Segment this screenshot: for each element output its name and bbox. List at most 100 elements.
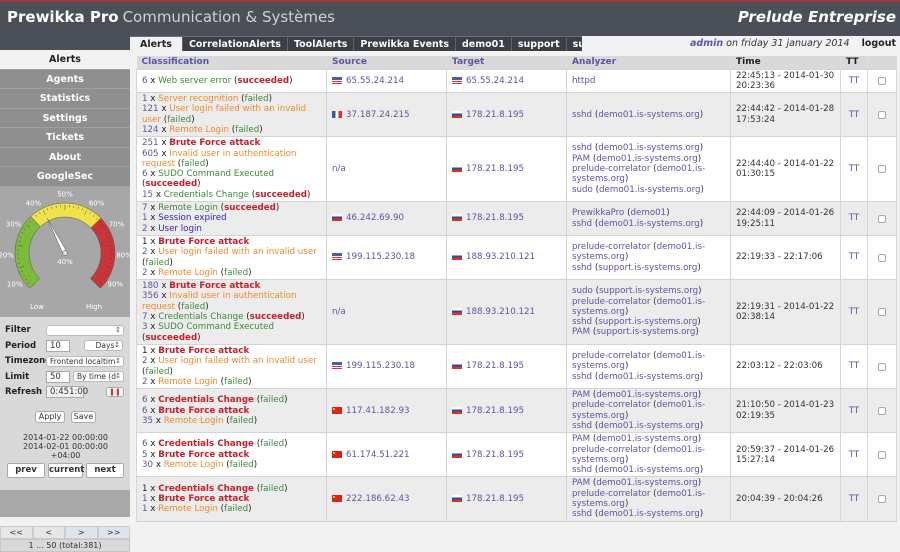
analyzer-name[interactable]: sshd — [572, 465, 592, 475]
ticket-link[interactable]: TT — [841, 477, 868, 521]
classification-name[interactable]: Remote Login — [158, 377, 218, 387]
classification-name[interactable]: Server recognition — [158, 94, 238, 104]
classification-name[interactable]: Credentials Change — [158, 312, 243, 322]
ticket-link[interactable]: TT — [841, 69, 868, 93]
analyzer-host[interactable]: demo01 — [631, 208, 667, 218]
analyzer-host[interactable]: support.is-systems.org — [598, 317, 697, 327]
analyzer-host[interactable]: support.is-systems.org — [599, 286, 698, 296]
ticket-link[interactable]: TT — [841, 344, 868, 388]
classification-name[interactable]: Remote Login — [158, 268, 218, 278]
row-checkbox[interactable] — [878, 111, 886, 119]
row-checkbox[interactable] — [878, 308, 886, 316]
analyzer-name[interactable]: sshd — [572, 421, 592, 431]
row-checkbox[interactable] — [878, 165, 886, 173]
sidebar-item-tickets[interactable]: Tickets — [0, 128, 130, 148]
analyzer-name[interactable]: prelude-correlator — [572, 242, 650, 252]
analyzer-host[interactable]: demo01.is-systems.org — [596, 390, 697, 400]
analyzer-host[interactable]: demo01.is-systems.org — [598, 509, 699, 519]
source-address[interactable]: 117.41.182.93 — [332, 406, 410, 416]
alert-count[interactable]: 124 — [142, 125, 159, 135]
target-address[interactable]: 178.21.8.195 — [452, 164, 524, 174]
period-unit-select[interactable]: Days — [84, 340, 123, 351]
source-address[interactable]: 65.55.24.214 — [332, 76, 404, 86]
col-analyzer[interactable]: Analyzer — [567, 56, 731, 69]
classification-name[interactable]: Remote Login — [164, 460, 224, 470]
analyzer-host[interactable]: demo01.is-systems.org — [598, 110, 699, 120]
classification-name[interactable]: Brute Force attack — [158, 406, 249, 416]
analyzer-name[interactable]: PAM — [572, 478, 590, 488]
save-button[interactable]: Save — [71, 411, 96, 423]
logout-link[interactable]: logout — [862, 38, 896, 49]
analyzer-name[interactable]: PAM — [572, 327, 590, 337]
row-checkbox[interactable] — [878, 363, 886, 371]
classification-name[interactable]: Remote Login — [158, 203, 218, 213]
classification-name[interactable]: Remote Login — [158, 504, 218, 514]
alert-count[interactable]: 15 — [142, 190, 153, 200]
limit-input[interactable]: 50 — [46, 371, 70, 383]
analyzer-name[interactable]: prelude-correlator — [572, 400, 650, 410]
current-user-link[interactable]: admin — [690, 38, 723, 49]
classification-name[interactable]: User login — [158, 224, 202, 234]
col-target[interactable]: Target — [447, 56, 567, 69]
sidebar-item-settings[interactable]: Settings — [0, 109, 130, 129]
alert-count[interactable]: 30 — [142, 460, 153, 470]
filter-select[interactable] — [46, 325, 124, 336]
row-checkbox[interactable] — [878, 254, 886, 262]
next-period-button[interactable]: next — [86, 463, 124, 478]
classification-name[interactable]: Credentials Change — [158, 439, 254, 449]
analyzer-name[interactable]: PrewikkaPro — [572, 208, 624, 218]
prev-page-button[interactable]: < — [33, 526, 66, 539]
tab-alerts[interactable]: Alerts — [130, 36, 183, 51]
alert-count[interactable]: 251 — [142, 138, 159, 148]
analyzer-host[interactable]: demo01.is-systems.org — [599, 185, 700, 195]
source-address[interactable]: 61.174.51.221 — [332, 450, 410, 460]
classification-name[interactable]: Brute Force attack — [158, 237, 249, 247]
analyzer-host[interactable]: demo01.is-systems.org — [596, 434, 697, 444]
classification-name[interactable]: Credentials Change — [158, 395, 254, 405]
refresh-input[interactable]: 0:451:00 — [46, 386, 84, 398]
sidebar-item-about[interactable]: About — [0, 148, 130, 168]
sidebar-item-statistics[interactable]: Statistics — [0, 89, 130, 109]
classification-name[interactable]: Brute Force attack — [158, 450, 249, 460]
ticket-link[interactable]: TT — [841, 235, 868, 279]
next-page-button[interactable]: > — [65, 526, 98, 539]
limit-order-select[interactable]: By time (d — [73, 371, 124, 382]
first-page-button[interactable]: << — [0, 526, 33, 539]
analyzer-host[interactable]: support.is-systems.org — [596, 327, 695, 337]
source-address[interactable]: n/a — [332, 164, 346, 174]
ticket-link[interactable]: TT — [841, 93, 868, 137]
classification-name[interactable]: Credentials Change — [158, 484, 254, 494]
period-input[interactable]: 10 — [46, 340, 70, 352]
analyzer-name[interactable]: prelude-correlator — [572, 489, 650, 499]
classification-name[interactable]: Credentials Change — [164, 190, 249, 200]
current-period-button[interactable]: current — [48, 463, 83, 478]
timezone-select[interactable]: Frontend localtim — [46, 356, 124, 367]
row-checkbox[interactable] — [878, 407, 886, 415]
analyzer-name[interactable]: prelude-correlator — [572, 164, 650, 174]
row-checkbox[interactable] — [878, 77, 886, 85]
analyzer-host[interactable]: demo01.is-systems.org — [598, 372, 699, 382]
analyzer-name[interactable]: sshd — [572, 143, 592, 153]
classification-name[interactable]: Brute Force attack — [158, 346, 249, 356]
analyzer-name[interactable]: sudo — [572, 185, 593, 195]
classification-name[interactable]: Remote Login — [164, 416, 224, 426]
alert-count[interactable]: 121 — [142, 104, 159, 114]
classification-name[interactable]: SUDO Command Executed — [158, 322, 274, 332]
analyzer-host[interactable]: demo01.is-systems.org — [598, 465, 699, 475]
analyzer-name[interactable]: PAM — [572, 434, 590, 444]
analyzer-name[interactable]: PAM — [572, 390, 590, 400]
source-address[interactable]: 46.242.69.90 — [332, 213, 404, 223]
last-page-button[interactable]: >> — [98, 526, 131, 539]
tab-support[interactable]: support — [512, 36, 567, 51]
pause-refresh-button[interactable]: ❚❚ — [106, 387, 124, 397]
source-address[interactable]: n/a — [332, 307, 346, 317]
analyzer-name[interactable]: PAM — [572, 154, 590, 164]
tab-prewikka-events[interactable]: Prewikka Events — [354, 36, 456, 51]
classification-name[interactable]: SUDO Command Executed — [158, 169, 274, 179]
analyzer-name[interactable]: httpd — [572, 76, 595, 86]
analyzer-name[interactable]: sshd — [572, 219, 592, 229]
analyzer-host[interactable]: support.is-systems.org — [598, 263, 697, 273]
ticket-link[interactable]: TT — [841, 280, 868, 345]
analyzer-name[interactable]: prelude-correlator — [572, 445, 650, 455]
target-address[interactable]: 178.21.8.195 — [452, 361, 524, 371]
